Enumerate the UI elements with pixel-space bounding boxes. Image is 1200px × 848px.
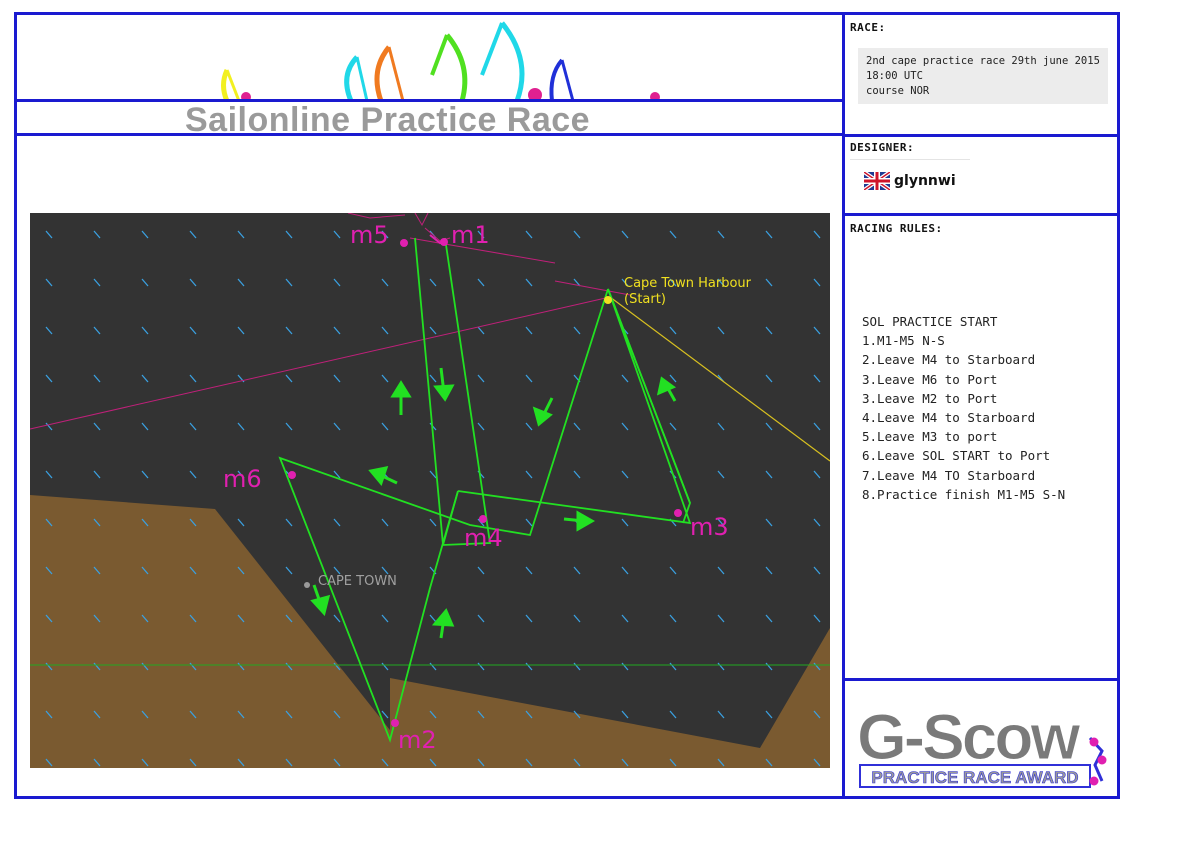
- label-m1: m1: [451, 221, 490, 249]
- race-divider: [842, 134, 1120, 137]
- award-logo: G-Scow PRACTICE RACE AWARD: [852, 693, 1117, 793]
- start-mark: [604, 296, 612, 304]
- racing-rules-label: RACING RULES:: [850, 222, 943, 235]
- designer-info: glynnwi: [864, 172, 956, 190]
- header-divider: [14, 133, 842, 136]
- rule-line: 2.Leave M4 to Starboard: [862, 352, 1036, 368]
- race-label: RACE:: [850, 21, 886, 34]
- race-course: course NOR: [866, 85, 930, 97]
- rule-line: 7.Leave M4 TO Starboard: [862, 467, 1036, 483]
- rule-line: 1.M1-M5 N-S: [862, 333, 945, 349]
- racing-rules-list: SOL PRACTICE START 1.M1-M5 N-S 2.Leave M…: [862, 312, 1065, 504]
- race-name: 2nd cape practice race 29th june 2015: [866, 55, 1100, 67]
- label-m3: m3: [690, 513, 729, 541]
- label-m6: m6: [223, 465, 262, 493]
- race-time: 18:00 UTC: [866, 70, 923, 82]
- course-map[interactable]: m5 m1 m6 m4 m3 m2 Cape Town Harbour (Sta…: [29, 212, 831, 768]
- mark-m6: [288, 471, 296, 479]
- label-m5: m5: [350, 221, 389, 249]
- start-label-line1: Cape Town Harbour: [624, 276, 752, 291]
- designer-divider: [842, 213, 1120, 216]
- designer-underline: [850, 159, 970, 160]
- label-m2: m2: [398, 726, 437, 754]
- banner-title: Sailonline Practice Race: [185, 101, 591, 133]
- designer-name[interactable]: glynnwi: [894, 173, 956, 189]
- mark-m5: [400, 239, 408, 247]
- city-dot: [304, 582, 310, 588]
- mark-m4: [479, 515, 487, 523]
- city-label: CAPE TOWN: [318, 574, 397, 589]
- rule-line: 3.Leave M6 to Port: [862, 371, 998, 387]
- g-scow-logo: G-Scow PRACTICE RACE AWARD: [857, 701, 1107, 788]
- rule-line: SOL PRACTICE START: [862, 314, 998, 329]
- rule-line: 4.Leave M4 to Starboard: [862, 410, 1036, 426]
- uk-flag-icon: [864, 172, 890, 190]
- race-info: 2nd cape practice race 29th june 2015 18…: [858, 48, 1108, 104]
- start-label-line2: (Start): [624, 292, 666, 307]
- award-subtitle: PRACTICE RACE AWARD: [871, 768, 1078, 787]
- label-m4: m4: [464, 524, 503, 552]
- rule-line: 3.Leave M2 to Port: [862, 390, 998, 406]
- award-logo-text: G-Scow: [857, 701, 1080, 773]
- rule-line: 5.Leave M3 to port: [862, 429, 998, 445]
- rules-divider: [842, 678, 1120, 681]
- rule-line: 8.Practice finish M1-M5 S-N: [862, 486, 1066, 502]
- course-map-canvas[interactable]: m5 m1 m6 m4 m3 m2 Cape Town Harbour (Sta…: [29, 212, 831, 768]
- banner: Sailonline Practice Race: [17, 15, 842, 133]
- rule-line: 6.Leave SOL START to Port: [862, 448, 1051, 464]
- designer-label: DESIGNER:: [850, 141, 915, 154]
- mark-m3: [674, 509, 682, 517]
